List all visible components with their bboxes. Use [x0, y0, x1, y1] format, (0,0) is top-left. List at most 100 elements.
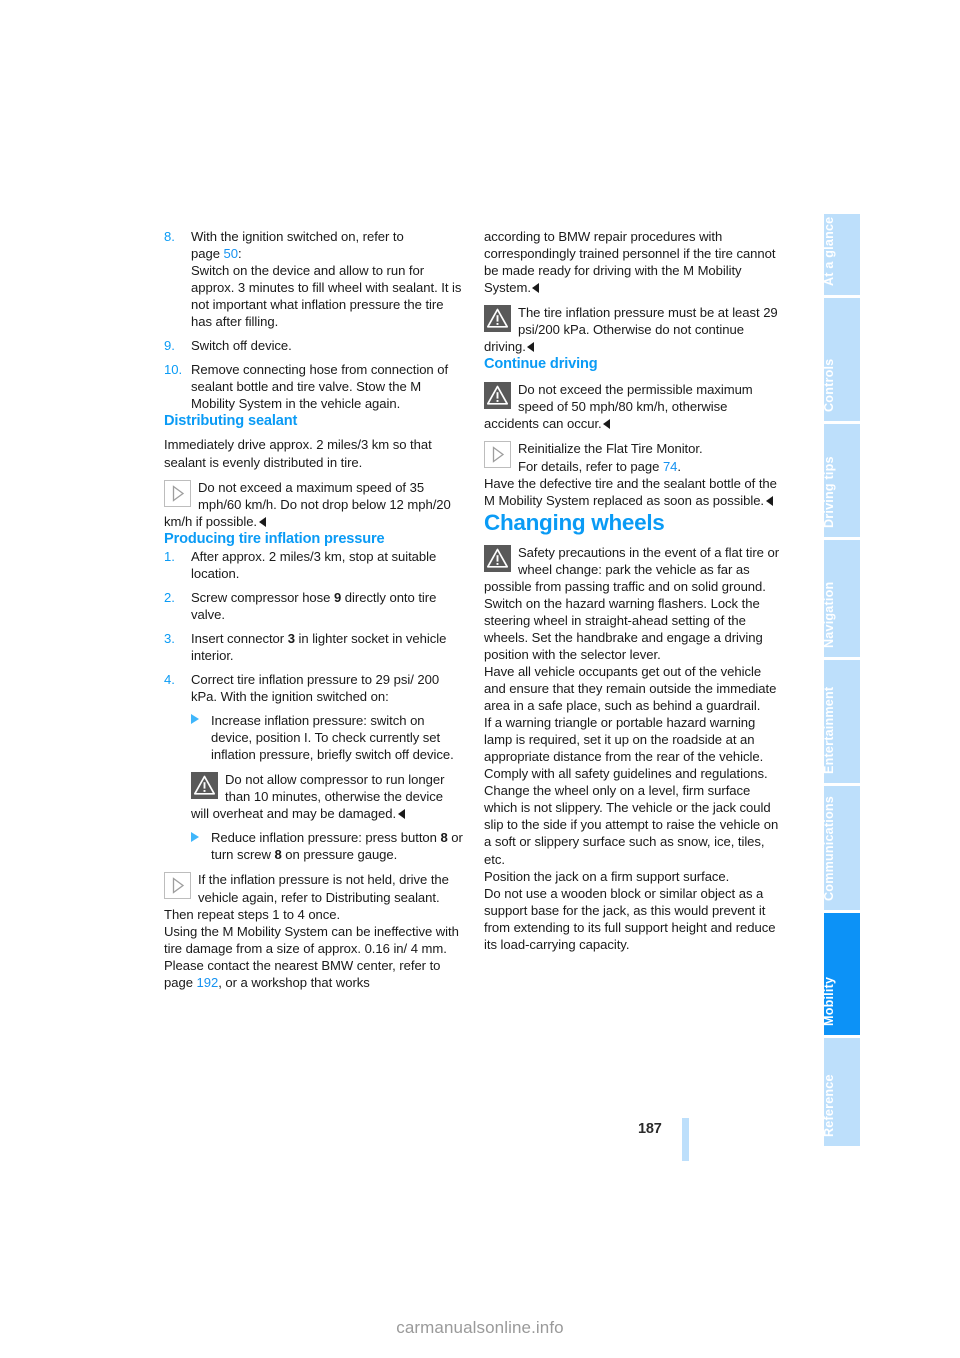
closing-text: Have the defective tire and the sealant …: [484, 475, 777, 508]
sealant-fill-steps: 8. With the ignition switched on, refer …: [164, 228, 464, 412]
site-watermark: carmanualsonline.info: [396, 1318, 564, 1337]
warning-icon: [191, 772, 218, 800]
section-heading-continue-driving: Continue driving: [484, 356, 598, 373]
page-number: 187: [638, 1121, 662, 1137]
step-text: Correct tire inflation pressure to 29 ps…: [191, 671, 440, 705]
changing-wheels-para-6: Do not use a wooden block or similar obj…: [484, 885, 776, 952]
note-icon: [484, 441, 511, 469]
step-number: 3.: [164, 630, 175, 646]
warning-icon: [484, 382, 511, 410]
bullet-text: Reduce inflation pressure: press button …: [211, 830, 463, 862]
step-text: Remove connecting hose from connection o…: [191, 362, 449, 412]
tab-label: At a glance: [821, 216, 836, 286]
changing-wheels-para-4: Change the wheel only on a level, firm s…: [484, 783, 779, 867]
closing-part2: , or a workshop that works: [218, 974, 370, 990]
tab-controls[interactable]: Controls: [821, 298, 860, 421]
step-number: 2.: [164, 589, 175, 605]
triangle-bullet-icon: [191, 831, 199, 842]
continuation-paragraph: according to BMW repair procedures with …: [484, 228, 784, 296]
changing-wheels-para-3: If a warning triangle or portable hazard…: [484, 715, 768, 782]
step2-pre: Screw compressor hose: [191, 589, 334, 605]
manual-page: 8. With the ignition switched on, refer …: [0, 0, 960, 1358]
chapter-tab-strip: At a glance Controls Driving tips Naviga…: [821, 214, 860, 1149]
tab-entertainment[interactable]: Entertainment: [821, 660, 860, 783]
warning-text: Safety precautions in the event of a fla…: [484, 544, 780, 662]
note-body: Do not exceed a maximum speed of 35 mph/…: [164, 479, 451, 529]
list-item: Increase inflation pressure: switch on d…: [191, 712, 464, 763]
changing-wheels-para-2: Have all vehicle occupants get out of th…: [484, 663, 777, 714]
step-text: Screw compressor hose 9 directly onto ti…: [191, 590, 436, 622]
step-number: 4.: [164, 671, 175, 687]
continuation-text: according to BMW repair procedures with …: [484, 229, 776, 296]
end-marker-icon: [532, 283, 540, 294]
step-number: 9.: [164, 338, 175, 354]
producing-pressure-steps: 1. After approx. 2 miles/3 km, stop at s…: [164, 548, 464, 705]
page-reference-192[interactable]: 192: [197, 975, 219, 990]
bullet2-pre: Reduce inflation pressure: press button: [211, 830, 441, 846]
step8-line1: With the ignition switched on, refer to: [191, 229, 404, 244]
step-text: After approx. 2 miles/3 km, stop at suit…: [191, 548, 437, 581]
step3-pre: Insert connector: [191, 630, 288, 646]
right-text-column: according to BMW repair procedures with …: [484, 228, 784, 953]
tab-label: Mobility: [821, 976, 836, 1026]
tab-label: Driving tips: [821, 456, 836, 528]
warning-callout: Safety precautions in the event of a fla…: [484, 544, 784, 663]
note-line2-post: .: [677, 458, 682, 474]
warning-icon: [484, 544, 511, 572]
continue-driving-closing: Have the defective tire and the sealant …: [484, 475, 784, 509]
chapter-heading-changing-wheels: Changing wheels: [484, 509, 665, 535]
warning-callout: The tire inflation pressure must be at l…: [484, 304, 784, 355]
part-number-3: 3: [287, 630, 295, 646]
tab-label: Entertainment: [821, 686, 836, 774]
end-marker-icon: [258, 516, 266, 527]
end-marker-icon: [397, 809, 405, 820]
producing-closing-paragraph: Using the M Mobility System can be ineff…: [164, 923, 464, 991]
pressure-bullet-list: Increase inflation pressure: switch on d…: [164, 712, 464, 763]
warning-callout: Do not exceed the permissible maximum sp…: [484, 381, 784, 432]
triangle-bullet-icon: [191, 714, 199, 725]
warning-text: The tire inflation pressure must be at l…: [484, 305, 778, 354]
bullet2-post: on pressure gauge.: [281, 847, 398, 863]
list-item: 8. With the ignition switched on, refer …: [164, 228, 464, 330]
list-item: 2. Screw compressor hose 9 directly onto…: [164, 589, 464, 623]
list-item: 10. Remove connecting hose from connecti…: [164, 361, 464, 412]
warning-text: Do not exceed the permissible maximum sp…: [484, 382, 753, 431]
tab-label: Controls: [821, 358, 836, 412]
tab-label: Navigation: [821, 581, 836, 648]
list-item: 4. Correct tire inflation pressure to 29…: [164, 671, 464, 705]
step8-page-prefix: page: [191, 246, 224, 262]
tab-at-a-glance[interactable]: At a glance: [821, 214, 860, 295]
note-text: Reinitialize the Flat Tire Monitor. For …: [518, 441, 703, 473]
folio-bar: [682, 1118, 689, 1161]
note-callout: If the inflation pressure is not held, d…: [164, 871, 464, 922]
tab-mobility[interactable]: Mobility: [821, 913, 860, 1035]
tab-reference[interactable]: Reference: [821, 1038, 860, 1146]
tab-navigation[interactable]: Navigation: [821, 540, 860, 657]
step-number: 8.: [164, 229, 175, 244]
note-text: If the inflation pressure is not held, d…: [164, 872, 449, 922]
warning-icon: [484, 305, 511, 333]
note-line2-pre: For details, refer to page: [518, 458, 663, 474]
note-icon: [164, 872, 191, 900]
tab-label: Reference: [821, 1074, 836, 1137]
page-reference-74[interactable]: 74: [663, 459, 678, 474]
list-item: 9. Switch off device.: [164, 337, 464, 354]
warning-callout: Do not allow compressor to run longer th…: [191, 771, 464, 822]
page-reference-50[interactable]: 50: [224, 246, 239, 261]
tab-driving-tips[interactable]: Driving tips: [821, 424, 860, 537]
bullet-text: Increase inflation pressure: switch on d…: [211, 713, 454, 763]
part-number-8a: 8: [440, 830, 448, 846]
note-callout: Reinitialize the Flat Tire Monitor. For …: [484, 440, 784, 474]
step-text: Insert connector 3 in lighter socket in …: [191, 631, 446, 663]
warning-body: Do not exceed the permissible maximum sp…: [484, 382, 753, 432]
step-text: Switch off device.: [191, 338, 292, 354]
step-text: With the ignition switched on, refer to …: [191, 229, 461, 329]
step-number: 1.: [164, 548, 175, 564]
end-marker-icon: [603, 419, 611, 430]
end-marker-icon: [527, 342, 535, 353]
list-item: 1. After approx. 2 miles/3 km, stop at s…: [164, 548, 464, 582]
note-callout: Do not exceed a maximum speed of 35 mph/…: [164, 479, 464, 530]
tab-communications[interactable]: Communications: [822, 786, 860, 910]
left-text-column: 8. With the ignition switched on, refer …: [164, 228, 464, 991]
part-number-8b: 8: [274, 847, 282, 863]
